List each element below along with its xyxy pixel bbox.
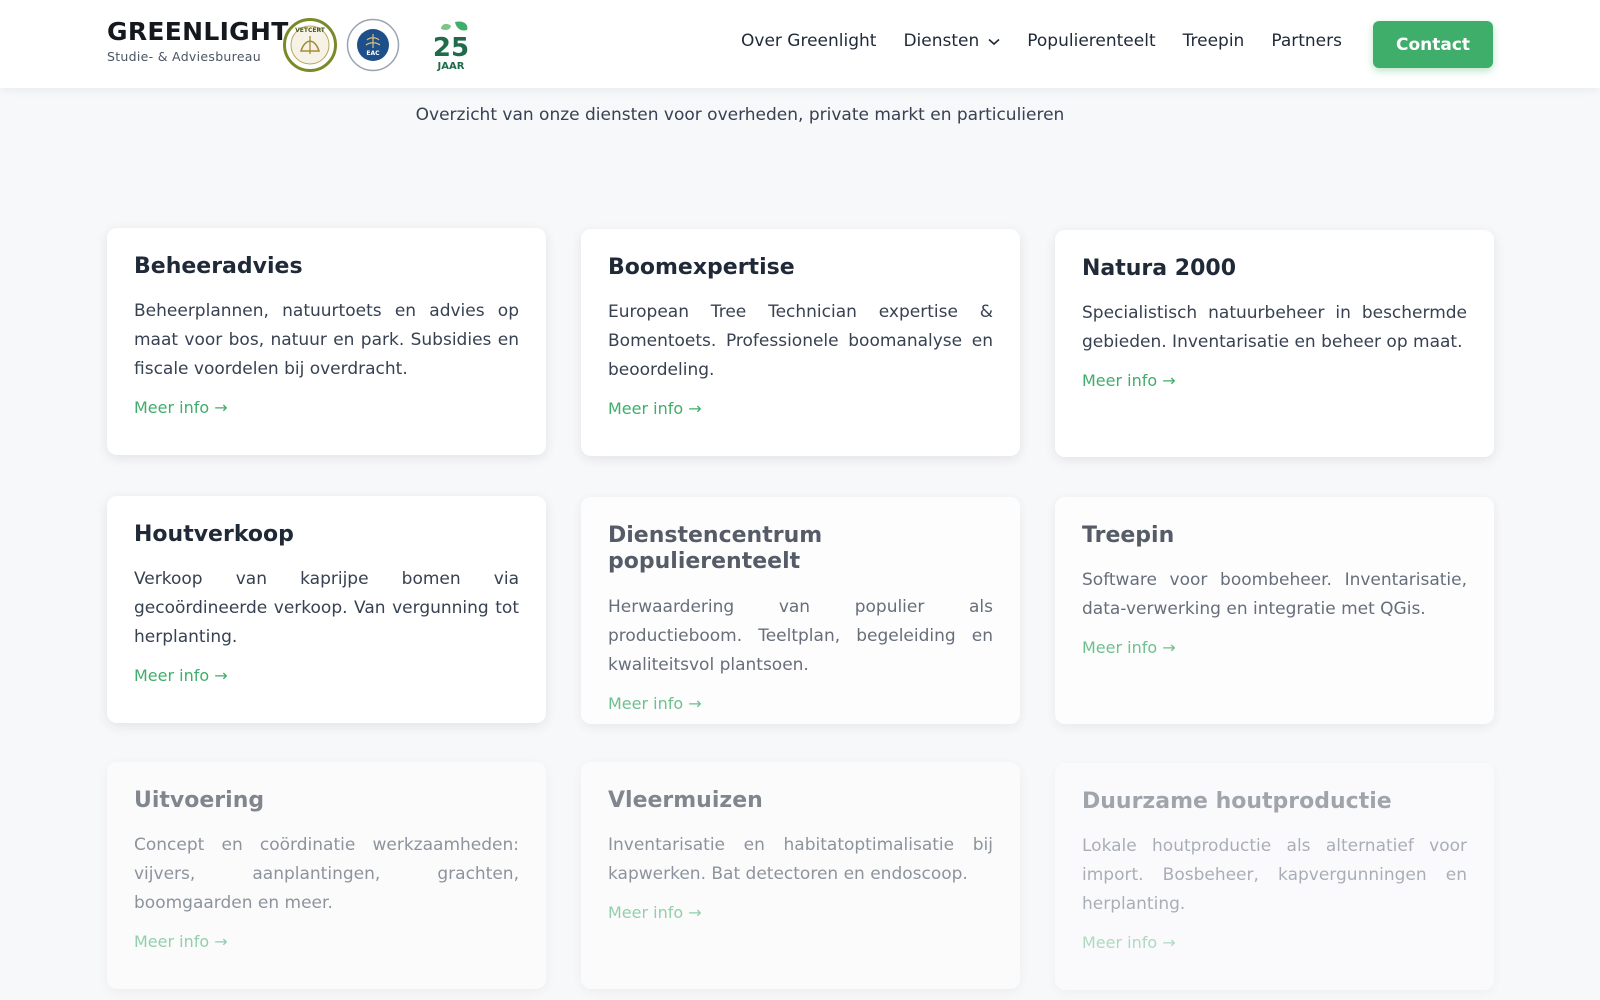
svg-text:25: 25 (433, 33, 469, 63)
meer-info-link[interactable]: Meer info → (1082, 933, 1176, 952)
brand-name: GREENLIGHT (107, 17, 289, 46)
meer-info-link[interactable]: Meer info → (134, 666, 228, 685)
card-title: Natura 2000 (1082, 256, 1237, 281)
card-title: Treepin (1082, 523, 1175, 548)
nav-item-partners[interactable]: Partners (1271, 31, 1342, 51)
card-description: Specialistisch natuurbeheer in beschermd… (1082, 303, 1467, 353)
meer-info-link[interactable]: Meer info → (1082, 638, 1176, 657)
card-title: Dienstencentrum populierenteelt (608, 523, 823, 575)
meer-info-link[interactable]: Meer info → (1082, 371, 1176, 390)
service-card-treepin: Treepin Software voor boombeheer. Invent… (1055, 497, 1494, 724)
card-description: Software voor boombeheer. Inventarisatie… (1082, 570, 1467, 620)
svg-text:JAAR: JAAR (437, 61, 465, 72)
service-card-duurzame-houtproductie: Duurzame houtproductie Lokale houtproduc… (1055, 763, 1494, 990)
card-description: European Tree Technician expertise & Bom… (608, 302, 993, 381)
card-title: Boomexpertise (608, 255, 795, 280)
card-description: Herwaardering van populier als productie… (608, 596, 993, 675)
service-card-uitvoering: Uitvoering Concept en coördinatie werkza… (107, 762, 546, 989)
chevron-down-icon (988, 31, 1000, 51)
nav-label: Diensten (903, 31, 980, 51)
service-card-beheeradvies: Beheeradvies Beheerplannen, natuurtoets … (107, 228, 546, 455)
main-nav: Over Greenlight Diensten Populierenteelt… (741, 31, 1369, 51)
card-title: Beheeradvies (134, 254, 303, 279)
meer-info-link[interactable]: Meer info → (134, 932, 228, 951)
service-card-dienstencentrum-populierenteelt: Dienstencentrum populierenteelt Herwaard… (581, 497, 1020, 724)
eac-badge-icon: EAC (346, 18, 400, 72)
brand-logo[interactable]: GREENLIGHT Studie- & Adviesbureau (107, 17, 289, 64)
card-title: Vleermuizen (608, 788, 763, 813)
svg-text:EAC: EAC (366, 50, 380, 57)
nav-item-over-greenlight[interactable]: Over Greenlight (741, 31, 876, 51)
site-header: GREENLIGHT Studie- & Adviesbureau VETCER… (0, 0, 1600, 88)
card-description: Lokale houtproductie als alternatief voo… (1082, 836, 1467, 915)
brand-tagline: Studie- & Adviesbureau (107, 48, 261, 64)
card-description: Concept en coördinatie werkzaamheden: vi… (134, 835, 519, 914)
card-title: Duurzame houtproductie (1082, 789, 1392, 814)
25-jaar-badge-icon: 25 JAAR (429, 18, 475, 72)
service-card-boomexpertise: Boomexpertise European Tree Technician e… (581, 229, 1020, 456)
meer-info-link[interactable]: Meer info → (608, 399, 702, 418)
nav-item-treepin[interactable]: Treepin (1183, 31, 1245, 51)
card-description: Verkoop van kaprijpe bomen via gecoördin… (134, 569, 519, 648)
meer-info-link[interactable]: Meer info → (608, 903, 702, 922)
nav-label: Treepin (1182, 31, 1245, 51)
service-card-houtverkoop: Houtverkoop Verkoop van kaprijpe bomen v… (107, 496, 546, 723)
nav-item-diensten[interactable]: Diensten (903, 31, 1000, 51)
svg-text:VETCERT: VETCERT (295, 27, 326, 34)
nav-label: Over Greenlight (741, 31, 877, 51)
service-card-vleermuizen: Vleermuizen Inventarisatie en habitatopt… (581, 762, 1020, 989)
vetcert-badge-icon: VETCERT (283, 18, 337, 72)
meer-info-link[interactable]: Meer info → (608, 694, 702, 713)
nav-label: Partners (1271, 31, 1342, 51)
card-description: Beheerplannen, natuurtoets en advies op … (134, 301, 519, 380)
page-subtitle: Overzicht van onze diensten voor overhed… (415, 105, 1065, 125)
service-card-natura-2000: Natura 2000 Specialistisch natuurbeheer … (1055, 230, 1494, 457)
card-title: Houtverkoop (134, 522, 294, 547)
card-title: Uitvoering (134, 788, 265, 813)
card-description: Inventarisatie en habitatoptimalisatie b… (608, 835, 993, 885)
meer-info-link[interactable]: Meer info → (134, 398, 228, 417)
nav-label: Populierenteelt (1027, 31, 1156, 51)
contact-button[interactable]: Contact (1373, 21, 1493, 68)
nav-item-populierenteelt[interactable]: Populierenteelt (1027, 31, 1155, 51)
